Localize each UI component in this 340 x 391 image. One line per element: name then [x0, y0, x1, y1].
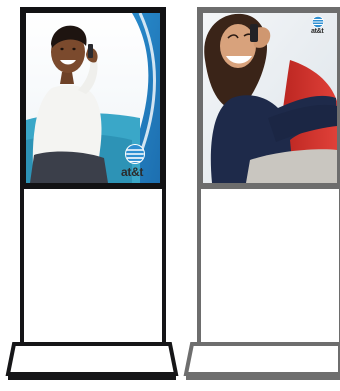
- poster-stands-illustration: [5, 7, 340, 380]
- right-post-a: [197, 189, 201, 344]
- left-base: [5, 342, 179, 376]
- display-scene: at&t at&t: [0, 0, 340, 386]
- left-post-a: [20, 189, 24, 344]
- right-poster-image: [203, 13, 337, 183]
- right-poster-stand: [183, 7, 340, 380]
- left-poster-stand: [5, 7, 179, 380]
- left-post-b: [162, 189, 166, 344]
- left-brand-logo-text: at&t: [121, 165, 144, 179]
- right-att-globe-icon: [312, 16, 324, 28]
- right-base: [183, 342, 340, 376]
- left-att-globe-icon: [125, 144, 145, 164]
- right-brand-logo-text: at&t: [311, 28, 324, 35]
- left-poster-image: [26, 13, 160, 183]
